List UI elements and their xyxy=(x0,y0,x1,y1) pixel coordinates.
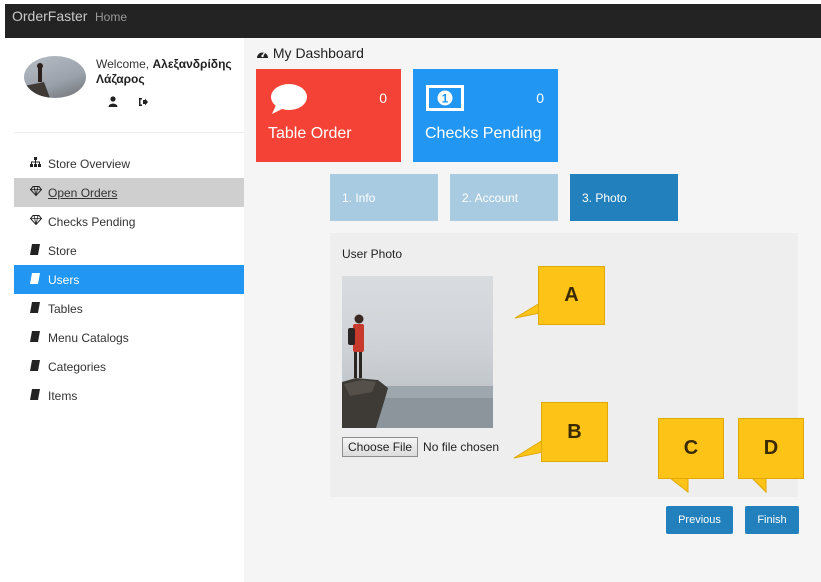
callout-a: A xyxy=(538,266,605,325)
callout-d: D xyxy=(738,418,804,479)
callout-c: C xyxy=(658,418,724,479)
callout-pointers xyxy=(513,299,767,494)
callout-b: B xyxy=(541,402,608,462)
